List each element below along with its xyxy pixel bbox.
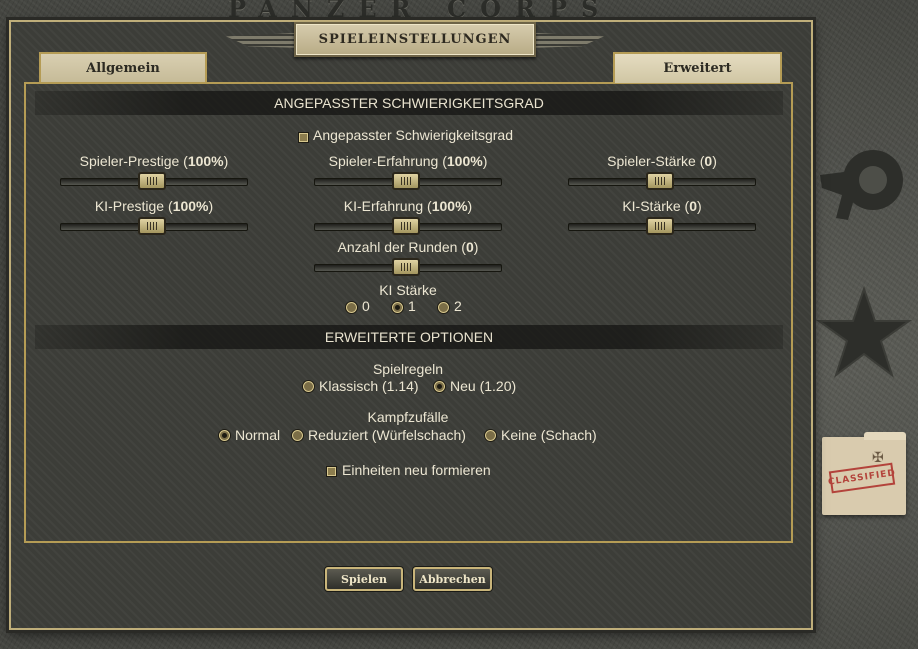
rules-radio-new[interactable]	[434, 381, 445, 392]
folder-tab	[864, 432, 906, 440]
ai-prestige-slider[interactable]	[60, 217, 248, 235]
classified-stamp: CLASSIFIED	[827, 462, 897, 494]
ai-level-option-1: 1	[408, 298, 416, 314]
turns-slider[interactable]	[314, 258, 502, 276]
ai-level-radio-0[interactable]	[346, 302, 357, 313]
slider-knob[interactable]	[392, 258, 420, 276]
combat-radio-none[interactable]	[485, 430, 496, 441]
turns-label: Anzahl der Runden (0)	[337, 239, 479, 255]
player-prestige-slider[interactable]	[60, 172, 248, 190]
combat-option-none: Keine (Schach)	[501, 427, 597, 443]
ai-level-label: KI Stärke	[379, 282, 437, 298]
ai-prestige-label: KI-Prestige (100%)	[94, 198, 214, 214]
ai-level-radio-2[interactable]	[438, 302, 449, 313]
slider-knob[interactable]	[392, 217, 420, 235]
slider-knob[interactable]	[392, 172, 420, 190]
tab-advanced[interactable]: Erweitert	[613, 52, 782, 83]
combat-luck-label: Kampfzufälle	[367, 409, 449, 425]
player-strength-slider[interactable]	[568, 172, 756, 190]
rules-label: Spielregeln	[372, 361, 444, 377]
slider-knob[interactable]	[138, 172, 166, 190]
play-button[interactable]: Spielen	[325, 567, 403, 591]
dialog-title-plate: SPIELEINSTELLUNGEN	[226, 22, 604, 57]
ai-level-option-2: 2	[454, 298, 462, 314]
dialog-title: SPIELEINSTELLUNGEN	[294, 22, 536, 57]
classified-folder-icon[interactable]: ✠ CLASSIFIED	[822, 432, 906, 515]
ai-level-radio-1[interactable]	[392, 302, 403, 313]
slider-knob[interactable]	[138, 217, 166, 235]
ai-experience-slider[interactable]	[314, 217, 502, 235]
rules-option-classic: Klassisch (1.14)	[319, 378, 419, 394]
ai-strength-slider[interactable]	[568, 217, 756, 235]
combat-option-reduced: Reduziert (Würfelschach)	[308, 427, 466, 443]
ai-level-option-0: 0	[362, 298, 370, 314]
advanced-section-header: ERWEITERTE OPTIONEN	[35, 325, 783, 349]
rules-option-new: Neu (1.20)	[450, 378, 517, 394]
star-icon[interactable]	[815, 285, 913, 380]
ai-experience-label: KI-Erfahrung (100%)	[343, 198, 473, 214]
cancel-button[interactable]: Abbrechen	[413, 567, 492, 591]
difficulty-section-header: ANGEPASSTER SCHWIERIGKEITSGRAD	[35, 91, 783, 115]
slider-knob[interactable]	[646, 172, 674, 190]
custom-difficulty-checkbox[interactable]	[299, 133, 308, 142]
combat-radio-normal[interactable]	[219, 430, 230, 441]
combat-radio-reduced[interactable]	[292, 430, 303, 441]
ai-strength-label: KI-Stärke (0)	[622, 198, 702, 214]
tab-general[interactable]: Allgemein	[39, 52, 207, 82]
rules-radio-classic[interactable]	[303, 381, 314, 392]
custom-difficulty-label: Angepasster Schwierigkeitsgrad	[313, 127, 513, 143]
reform-units-checkbox[interactable]	[327, 467, 336, 476]
player-experience-slider[interactable]	[314, 172, 502, 190]
player-strength-label: Spieler-Stärke (0)	[607, 153, 717, 169]
player-prestige-label: Spieler-Prestige (100%)	[79, 153, 229, 169]
reform-units-label: Einheiten neu formieren	[342, 462, 491, 478]
artillery-icon[interactable]	[818, 140, 908, 235]
combat-option-normal: Normal	[235, 427, 281, 443]
player-experience-label: Spieler-Erfahrung (100%)	[328, 153, 488, 169]
slider-knob[interactable]	[646, 217, 674, 235]
